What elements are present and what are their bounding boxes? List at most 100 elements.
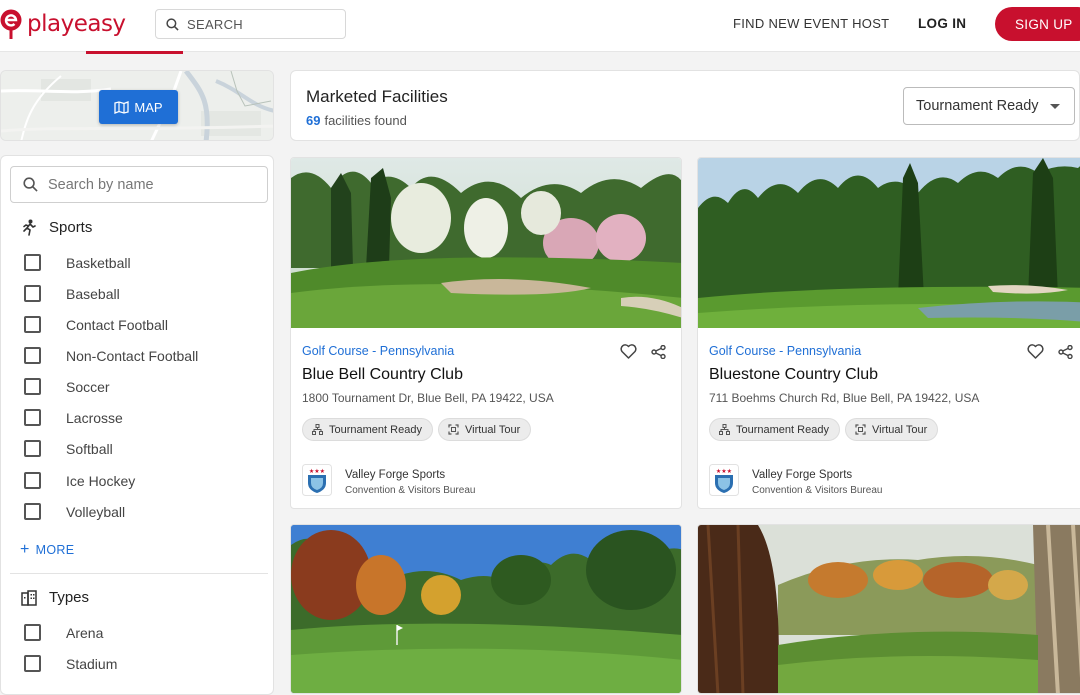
filter-panel: Sports Basketball Baseball Contact Footb…: [0, 155, 274, 695]
search-icon: [166, 17, 179, 31]
checkbox[interactable]: [24, 285, 41, 302]
sport-filter-lacrosse[interactable]: Lacrosse: [24, 409, 123, 426]
sort-dropdown[interactable]: Tournament Ready: [903, 87, 1075, 125]
name-search-box[interactable]: [10, 166, 268, 203]
host-name[interactable]: Valley Forge Sports: [752, 469, 852, 481]
building-icon: [21, 589, 37, 606]
sport-filter-non-contact-football[interactable]: Non-Contact Football: [24, 347, 198, 364]
results-title: Marketed Facilities: [306, 87, 448, 106]
sport-filter-soccer[interactable]: Soccer: [24, 378, 110, 395]
sign-up-button[interactable]: SIGN UP: [995, 7, 1080, 41]
map-button-label: MAP: [134, 99, 163, 115]
map-preview[interactable]: MAP: [0, 70, 274, 141]
heart-icon[interactable]: [620, 344, 637, 359]
plus-icon: +: [20, 541, 30, 558]
share-icon[interactable]: [651, 345, 666, 359]
results-header: Marketed Facilities 69 facilities found T…: [290, 70, 1080, 141]
map-icon: [114, 100, 130, 114]
running-person-icon: [23, 219, 36, 236]
facility-category-link[interactable]: Golf Course - Pennsylvania: [709, 344, 861, 358]
logo-text: playeasy: [27, 11, 126, 37]
caret-down-icon: [1050, 104, 1060, 109]
checkbox[interactable]: [24, 316, 41, 333]
virtual-tour-icon: [448, 424, 459, 435]
sport-filter-label: Lacrosse: [66, 409, 123, 426]
sport-filter-contact-football[interactable]: Contact Football: [24, 316, 168, 333]
share-icon[interactable]: [1058, 345, 1073, 359]
tournament-bracket-icon: [312, 424, 323, 435]
results-count: 69 facilities found: [306, 113, 407, 128]
checkbox[interactable]: [24, 440, 41, 457]
type-filter-label: Arena: [66, 624, 104, 641]
sport-filter-label: Contact Football: [66, 316, 168, 333]
playeasy-logo[interactable]: playeasy: [0, 8, 126, 40]
chip-label: Tournament Ready: [329, 423, 422, 436]
sport-filter-label: Baseball: [66, 285, 120, 302]
sport-filter-label: Ice Hockey: [66, 472, 136, 489]
type-filter-label: Stadium: [66, 655, 118, 672]
facility-photo[interactable]: [698, 525, 1080, 694]
checkbox[interactable]: [24, 503, 41, 520]
types-section-header: Types: [21, 589, 89, 606]
sport-filter-volleyball[interactable]: Volleyball: [24, 503, 125, 520]
host-subtitle: Convention & Visitors Bureau: [345, 485, 476, 496]
checkbox[interactable]: [24, 378, 41, 395]
sport-filter-label: Soccer: [66, 378, 110, 395]
type-filter-stadium[interactable]: Stadium: [24, 655, 117, 672]
checkbox[interactable]: [24, 472, 41, 489]
sort-selected-value: Tournament Ready: [916, 98, 1039, 114]
facility-card[interactable]: Golf Course - Pennsylvania Bluestone Cou…: [697, 157, 1080, 509]
find-new-event-host-link[interactable]: FIND NEW EVENT HOST: [733, 16, 889, 31]
virtual-tour-chip[interactable]: Virtual Tour: [438, 418, 532, 441]
tournament-ready-chip: Tournament Ready: [302, 418, 433, 441]
sport-filter-baseball[interactable]: Baseball: [24, 285, 120, 302]
sport-filter-label: Softball: [66, 440, 113, 457]
global-search-box[interactable]: [155, 9, 346, 39]
sport-filter-label: Non-Contact Football: [66, 347, 199, 364]
tournament-bracket-icon: [719, 424, 730, 435]
map-button[interactable]: MAP: [99, 90, 178, 124]
sport-filter-softball[interactable]: Softball: [24, 440, 113, 457]
results-count-suffix: facilities found: [324, 113, 407, 128]
name-search-input[interactable]: [48, 176, 248, 193]
more-label: MORE: [35, 543, 75, 557]
top-nav-bar: playeasy FIND NEW EVENT HOST LOG IN SIGN…: [0, 0, 1080, 54]
host-shield-logo: ★★★: [302, 464, 332, 496]
host-subtitle: Convention & Visitors Bureau: [752, 485, 883, 496]
facility-address: 1800 Tournament Dr, Blue Bell, PA 19422,…: [302, 391, 554, 405]
sports-section-title: Sports: [49, 219, 93, 236]
facility-category-link[interactable]: Golf Course - Pennsylvania: [302, 344, 454, 358]
checkbox[interactable]: [24, 655, 41, 672]
facility-photo[interactable]: [291, 525, 682, 694]
results-count-number: 69: [306, 113, 321, 128]
facility-photo[interactable]: [291, 158, 682, 328]
facility-photo[interactable]: [698, 158, 1080, 328]
chip-label: Tournament Ready: [736, 423, 829, 436]
svg-text:★★★: ★★★: [309, 468, 325, 475]
playeasy-logo-icon: [0, 9, 22, 39]
sport-filter-basketball[interactable]: Basketball: [24, 254, 131, 271]
sport-filter-ice-hockey[interactable]: Ice Hockey: [24, 472, 135, 489]
facility-title[interactable]: Bluestone Country Club: [709, 366, 878, 384]
log-in-link[interactable]: LOG IN: [918, 16, 966, 31]
sport-filter-label: Basketball: [66, 254, 131, 271]
facility-title[interactable]: Blue Bell Country Club: [302, 366, 463, 384]
tournament-ready-chip: Tournament Ready: [709, 418, 840, 441]
more-sports-link[interactable]: + MORE: [20, 541, 75, 558]
host-shield-logo: ★★★: [709, 464, 739, 496]
checkbox[interactable]: [24, 409, 41, 426]
facility-address: 711 Boehms Church Rd, Blue Bell, PA 1942…: [709, 391, 980, 405]
facility-card[interactable]: [290, 524, 682, 694]
heart-icon[interactable]: [1027, 344, 1044, 359]
checkbox[interactable]: [24, 254, 41, 271]
checkbox[interactable]: [24, 624, 41, 641]
checkbox[interactable]: [24, 347, 41, 364]
facility-card[interactable]: Golf Course - Pennsylvania Blue Bell Cou…: [290, 157, 682, 509]
virtual-tour-icon: [855, 424, 866, 435]
virtual-tour-chip[interactable]: Virtual Tour: [845, 418, 939, 441]
facility-card[interactable]: [697, 524, 1080, 694]
host-name[interactable]: Valley Forge Sports: [345, 469, 445, 481]
type-filter-arena[interactable]: Arena: [24, 624, 103, 641]
sports-section-header: Sports: [21, 219, 92, 236]
global-search-input[interactable]: [187, 16, 337, 32]
